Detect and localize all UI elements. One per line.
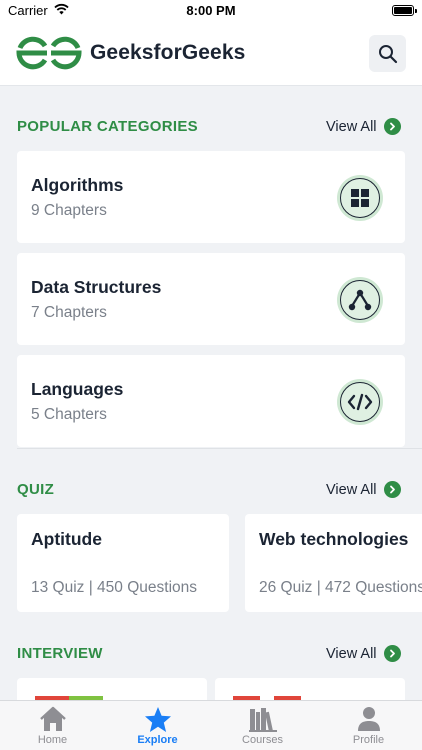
status-bar: Carrier 8:00 PM: [0, 0, 422, 22]
battery-icon: [392, 5, 417, 16]
home-icon: [39, 706, 66, 731]
quiz-card-stats: 26 Quiz | 472 Questions: [259, 579, 422, 596]
tab-home[interactable]: Home: [0, 701, 105, 750]
tab-label: Home: [37, 734, 68, 746]
app-header: GeeksforGeeks: [0, 22, 422, 86]
category-chapters: 7 Chapters: [31, 304, 107, 321]
chevron-right-icon: [383, 481, 401, 498]
quiz-card-title: Aptitude: [31, 529, 102, 549]
category-title: Algorithms: [31, 175, 124, 195]
status-time: 8:00 PM: [186, 3, 236, 18]
quiz-card-title: Web technologies: [259, 529, 409, 549]
category-title: Data Structures: [31, 277, 162, 297]
books-icon: [248, 708, 277, 732]
tab-label: Explore: [137, 734, 178, 746]
interview-view-all[interactable]: View All: [326, 645, 401, 662]
category-chapters: 5 Chapters: [31, 406, 107, 423]
star-icon: [144, 706, 171, 732]
category-chapters: 9 Chapters: [31, 202, 107, 219]
brand-name: GeeksforGeeks: [90, 41, 246, 64]
chevron-right-icon: [383, 645, 401, 662]
search-button[interactable]: [369, 35, 406, 72]
category-card-data-structures[interactable]: Data Structures 7 Chapters: [17, 253, 405, 345]
tab-explore[interactable]: Explore: [105, 701, 210, 750]
tab-profile[interactable]: Profile: [316, 701, 421, 750]
quiz-card-web-technologies[interactable]: Web technologies 26 Quiz | 472 Questions: [245, 514, 422, 612]
tab-courses[interactable]: Courses: [210, 701, 315, 750]
popular-categories-title: POPULAR CATEGORIES: [17, 118, 198, 135]
view-all-label: View All: [326, 118, 377, 135]
interview-title: INTERVIEW: [17, 645, 103, 662]
popular-categories-view-all[interactable]: View All: [326, 118, 401, 135]
category-title: Languages: [31, 379, 124, 399]
category-card-languages[interactable]: Languages 5 Chapters: [17, 355, 405, 447]
tree-nodes-icon: [337, 277, 383, 323]
grid-blocks-icon: [337, 175, 383, 221]
category-card-algorithms[interactable]: Algorithms 9 Chapters: [17, 151, 405, 243]
person-icon: [357, 707, 380, 731]
view-all-label: View All: [326, 481, 377, 498]
gfg-logo-icon: [16, 36, 82, 70]
quiz-view-all[interactable]: View All: [326, 481, 401, 498]
quiz-card-stats: 13 Quiz | 450 Questions: [31, 579, 198, 596]
tab-bar: Home Explore Courses Profile: [0, 700, 422, 750]
search-icon: [378, 44, 397, 63]
quiz-card-aptitude[interactable]: Aptitude 13 Quiz | 450 Questions: [17, 514, 229, 612]
tab-label: Courses: [242, 734, 283, 746]
quiz-title: QUIZ: [17, 481, 55, 498]
section-divider: [17, 448, 422, 449]
tab-label: Profile: [352, 734, 385, 746]
view-all-label: View All: [326, 645, 377, 662]
chevron-right-icon: [383, 118, 401, 135]
code-brackets-icon: [337, 379, 383, 425]
